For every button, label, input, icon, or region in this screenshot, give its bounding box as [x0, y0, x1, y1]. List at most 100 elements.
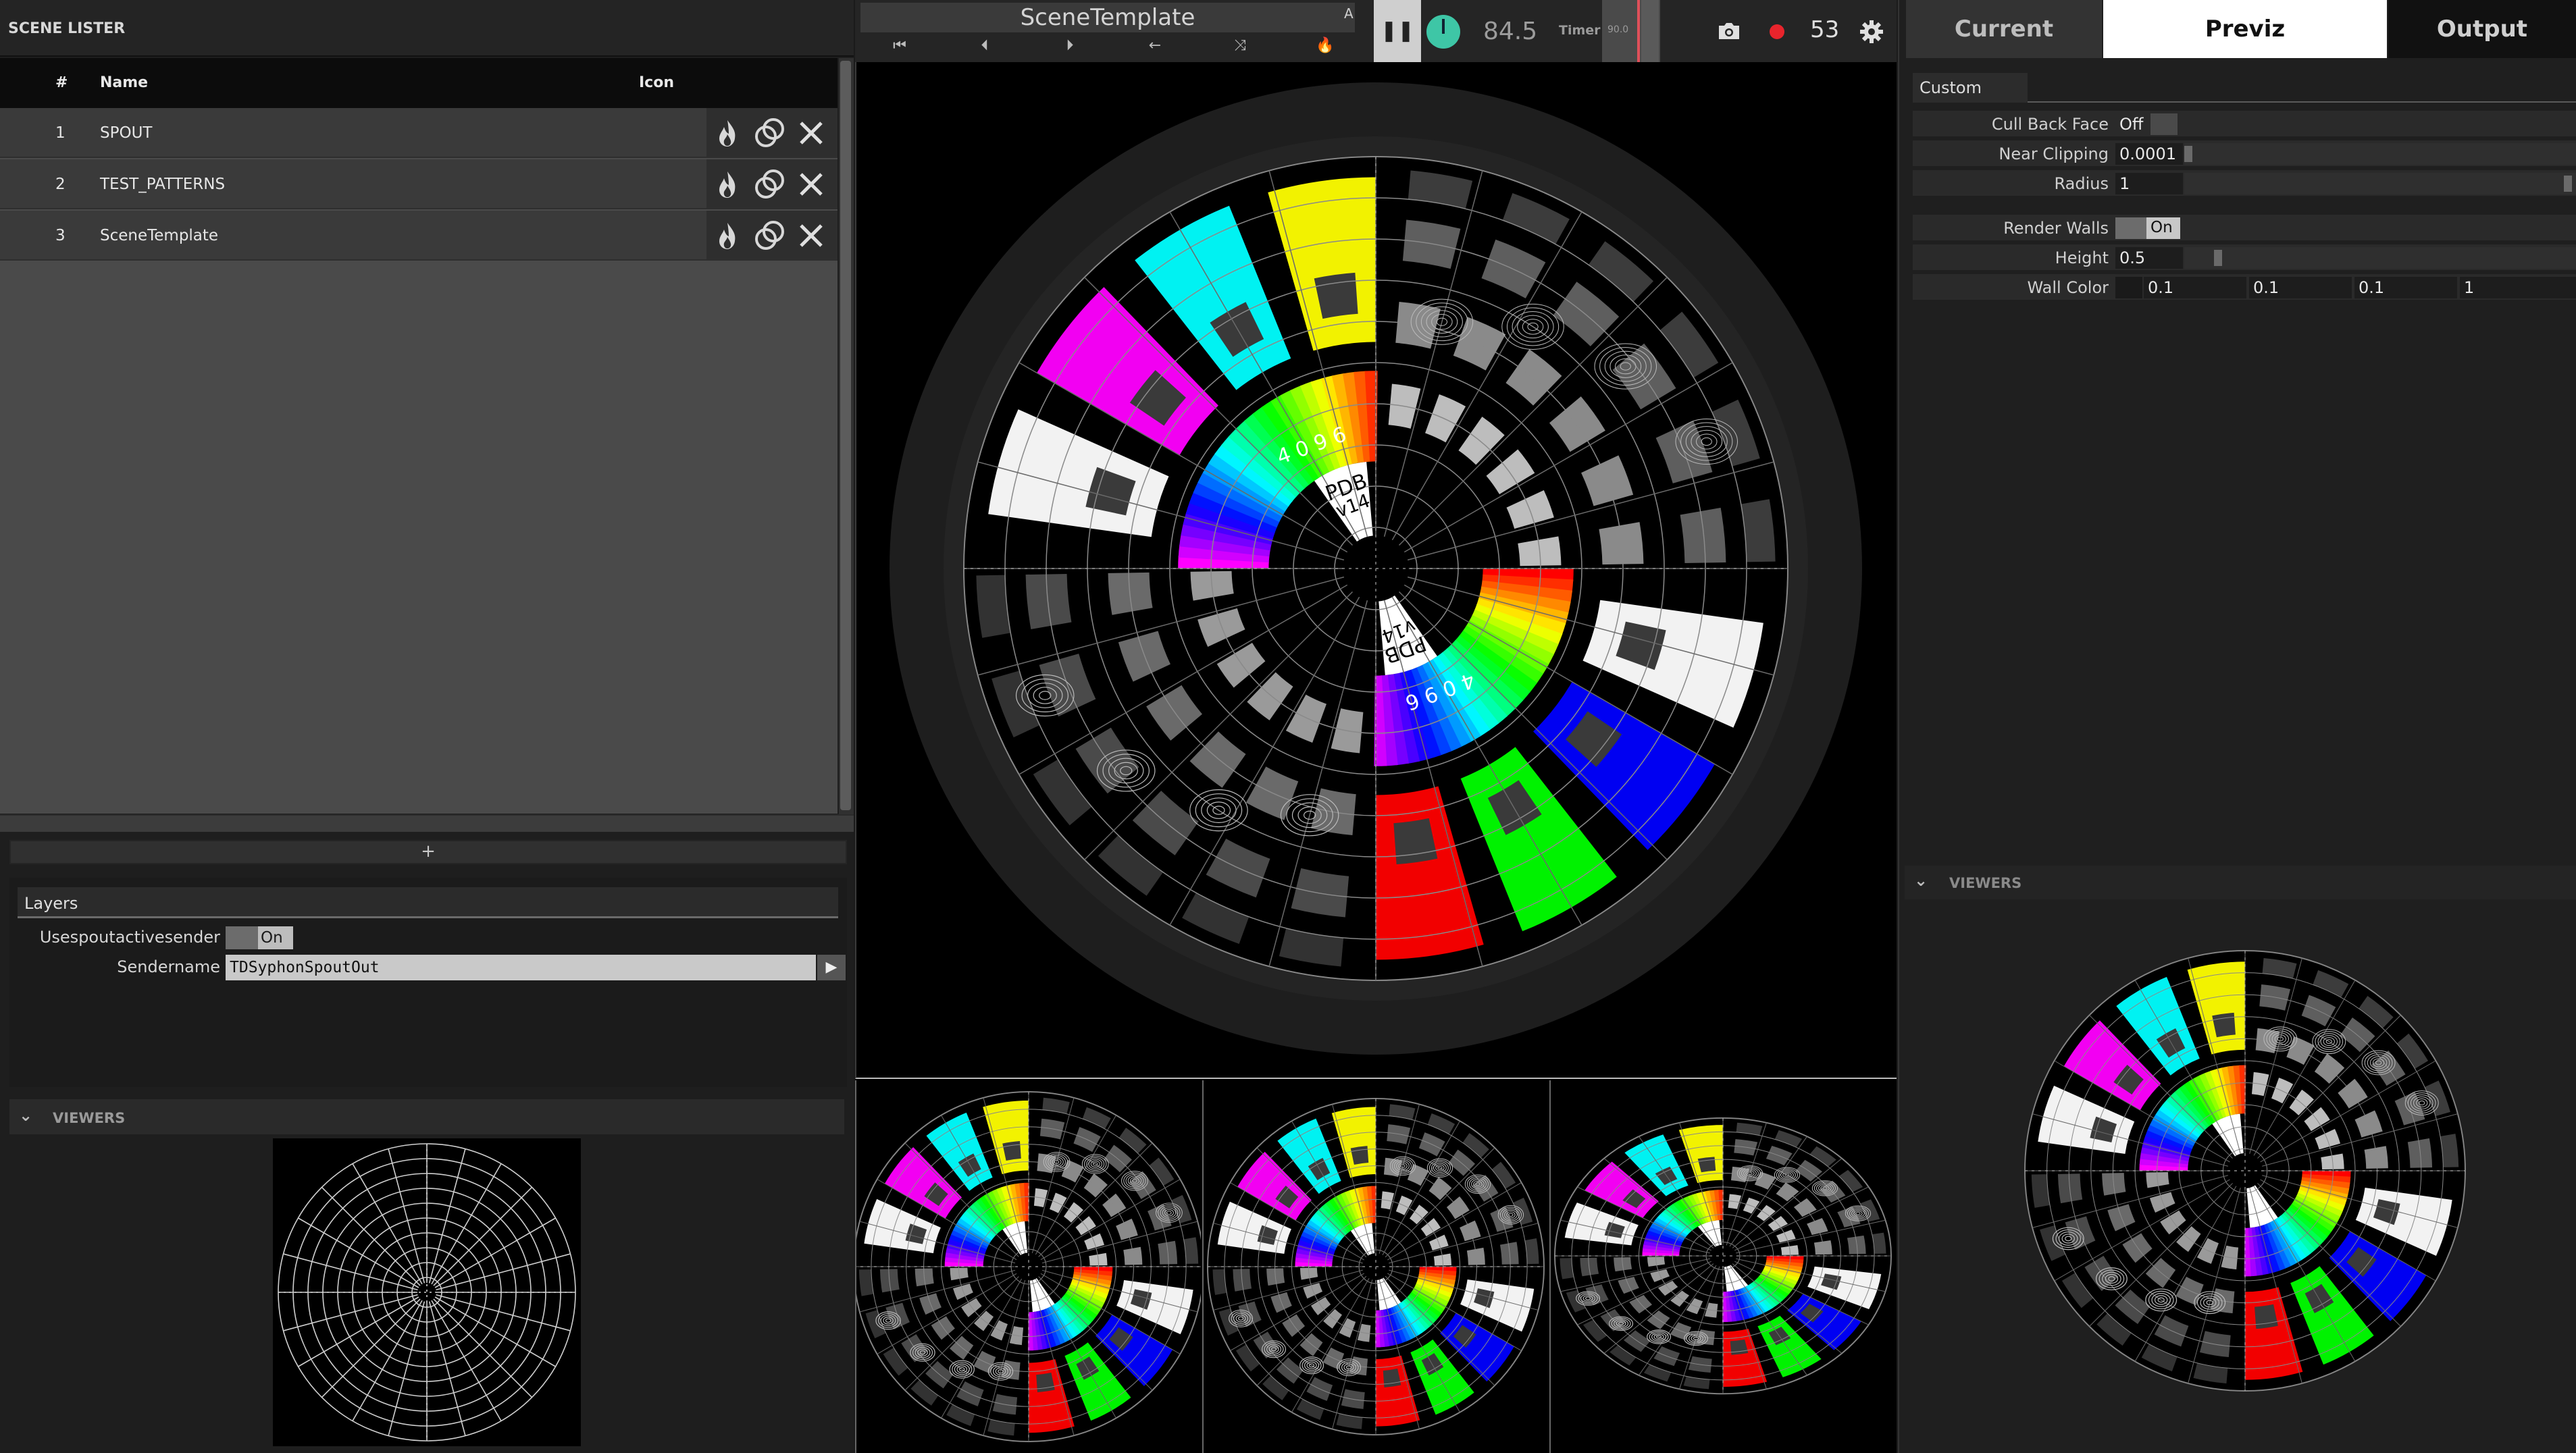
height-field[interactable]: 0.5	[2115, 247, 2183, 269]
row-actions	[706, 211, 838, 261]
dissolve-icon[interactable]	[752, 219, 786, 253]
scene-name[interactable]: TEST_PATTERNS	[100, 176, 225, 193]
timer-remaining	[1641, 0, 1659, 62]
column-icon[interactable]: Icon	[639, 74, 674, 91]
add-scene-button[interactable]: +	[9, 840, 847, 864]
next-button[interactable]: ⏵	[1036, 32, 1104, 59]
wall-color-row: Wall Color 0.1 0.1 0.1 1	[1913, 274, 2576, 300]
previz-viewer[interactable]	[2022, 948, 2468, 1394]
radius-field[interactable]: 1	[2115, 173, 2183, 194]
pattern-tile	[2057, 1173, 2083, 1204]
toggle-track	[226, 926, 258, 949]
scrollbar-thumb[interactable]	[840, 61, 851, 810]
fps-readout: 84.5	[1483, 18, 1538, 45]
pattern-tile	[2407, 1138, 2433, 1168]
use-spout-toggle[interactable]: On	[226, 926, 293, 949]
close-icon[interactable]	[794, 167, 828, 201]
camera-icon[interactable]	[1717, 19, 1741, 43]
sendername-go-button[interactable]: ▶	[817, 955, 846, 980]
timer-label: Timer	[1559, 23, 1601, 38]
fire-icon[interactable]	[711, 116, 744, 150]
wall-color-label: Wall Color	[2027, 278, 2109, 297]
toggle-value: On	[2150, 219, 2173, 236]
use-spout-row: Usespoutactivesender On	[18, 924, 838, 951]
scene-number: 3	[55, 227, 66, 244]
fire-button[interactable]: 🔥	[1291, 32, 1359, 59]
shuffle-button[interactable]: ⤨	[1206, 32, 1274, 59]
render-walls-toggle[interactable]: On	[2115, 217, 2180, 239]
viewers-header[interactable]: ⌄ VIEWERS	[1905, 866, 2576, 899]
grid-spoke	[434, 1217, 556, 1288]
timer-value: 90.0	[1607, 24, 1629, 35]
scene-number: 1	[55, 124, 66, 142]
radius-slider[interactable]	[2184, 173, 2576, 194]
pause-button[interactable]: ❚❚	[1374, 0, 1421, 62]
chevron-down-icon[interactable]: ⌄	[19, 1106, 32, 1125]
sendername-field[interactable]: TDSyphonSpoutOut	[226, 955, 816, 980]
wall-color-r[interactable]: 0.1	[2144, 277, 2246, 298]
tempo-dial[interactable]	[1426, 15, 1460, 49]
tab-layers[interactable]: Layers	[18, 887, 838, 918]
use-spout-label: Usespoutactivesender	[39, 928, 220, 947]
fire-icon[interactable]	[711, 219, 744, 253]
gear-icon[interactable]	[1859, 19, 1884, 45]
close-icon[interactable]	[794, 116, 828, 150]
scene-list: 1 SPOUT 2 TEST_PATTERNS 3 SceneTemplate	[0, 108, 838, 814]
grid-spoke	[434, 1296, 556, 1367]
slider-knob[interactable]	[2184, 146, 2192, 162]
viewers-header[interactable]: ⌄ VIEWERS	[9, 1099, 844, 1134]
grid-spoke	[431, 1300, 502, 1421]
wall-color-g[interactable]: 0.1	[2249, 277, 2352, 298]
tab-custom[interactable]: Custom	[1913, 73, 2028, 103]
table-header: # Name Icon	[0, 58, 838, 108]
near-clipping-slider[interactable]	[2184, 143, 2576, 165]
height-slider[interactable]	[2184, 247, 2576, 269]
previous-button[interactable]: ⏴	[951, 32, 1019, 59]
record-icon[interactable]	[1770, 24, 1784, 39]
component-flag[interactable]: A	[1344, 5, 1354, 22]
scene-name[interactable]: SceneTemplate	[100, 227, 218, 244]
viewers-label: VIEWERS	[1949, 875, 2022, 891]
grid-spoke	[352, 1163, 423, 1285]
wall-color-swatch[interactable]	[2115, 277, 2142, 298]
scene-name[interactable]: SPOUT	[100, 124, 152, 142]
thumbnail-viewer-3[interactable]	[1549, 1080, 1895, 1453]
toggle-track	[2115, 217, 2146, 239]
sendername-label: Sendername	[117, 957, 220, 976]
sendername-row: Sendername TDSyphonSpoutOut ▶	[18, 953, 846, 980]
viewport-frame	[855, 62, 1897, 1079]
dissolve-icon[interactable]	[752, 167, 786, 201]
slider-knob[interactable]	[2564, 176, 2572, 192]
chevron-down-icon[interactable]: ⌄	[1914, 871, 1928, 890]
tab-previz[interactable]: Previz	[2103, 0, 2387, 58]
row-actions	[706, 159, 838, 209]
thumbnail-viewer-1[interactable]	[855, 1080, 1201, 1453]
component-name[interactable]: SceneTemplate	[860, 3, 1355, 32]
skip-start-button[interactable]: ⏮	[866, 32, 933, 59]
wall-color-b[interactable]: 0.1	[2354, 277, 2457, 298]
near-clipping-field[interactable]: 0.0001	[2115, 143, 2183, 165]
tab-current[interactable]: Current	[1906, 0, 2102, 58]
tab-output[interactable]: Output	[2388, 0, 2576, 58]
polar-grid-viewer[interactable]	[273, 1138, 581, 1446]
dissolve-icon[interactable]	[752, 116, 786, 150]
row-actions	[706, 108, 838, 158]
radius-label: Radius	[2054, 174, 2109, 193]
close-icon[interactable]	[794, 219, 828, 253]
table-row[interactable]: 1 SPOUT	[0, 108, 838, 158]
table-row[interactable]: 2 TEST_PATTERNS	[0, 159, 838, 209]
fire-icon[interactable]	[711, 167, 744, 201]
height-label: Height	[2055, 248, 2109, 267]
table-row[interactable]: 3 SceneTemplate	[0, 211, 838, 261]
horizontal-scrollbar[interactable]	[0, 814, 854, 832]
slider-knob[interactable]	[2214, 250, 2222, 266]
radius-row: Radius 1	[1913, 170, 2576, 196]
cull-back-face-row: Cull Back Face Off	[1913, 111, 2576, 136]
column-name[interactable]: Name	[100, 74, 148, 91]
column-number[interactable]: #	[55, 74, 68, 91]
grid-spoke	[431, 1163, 502, 1285]
render-walls-label: Render Walls	[2003, 219, 2109, 238]
wall-color-a[interactable]: 1	[2460, 277, 2576, 298]
back-button[interactable]: ←	[1121, 32, 1189, 59]
thumbnail-viewer-2[interactable]	[1202, 1080, 1548, 1453]
